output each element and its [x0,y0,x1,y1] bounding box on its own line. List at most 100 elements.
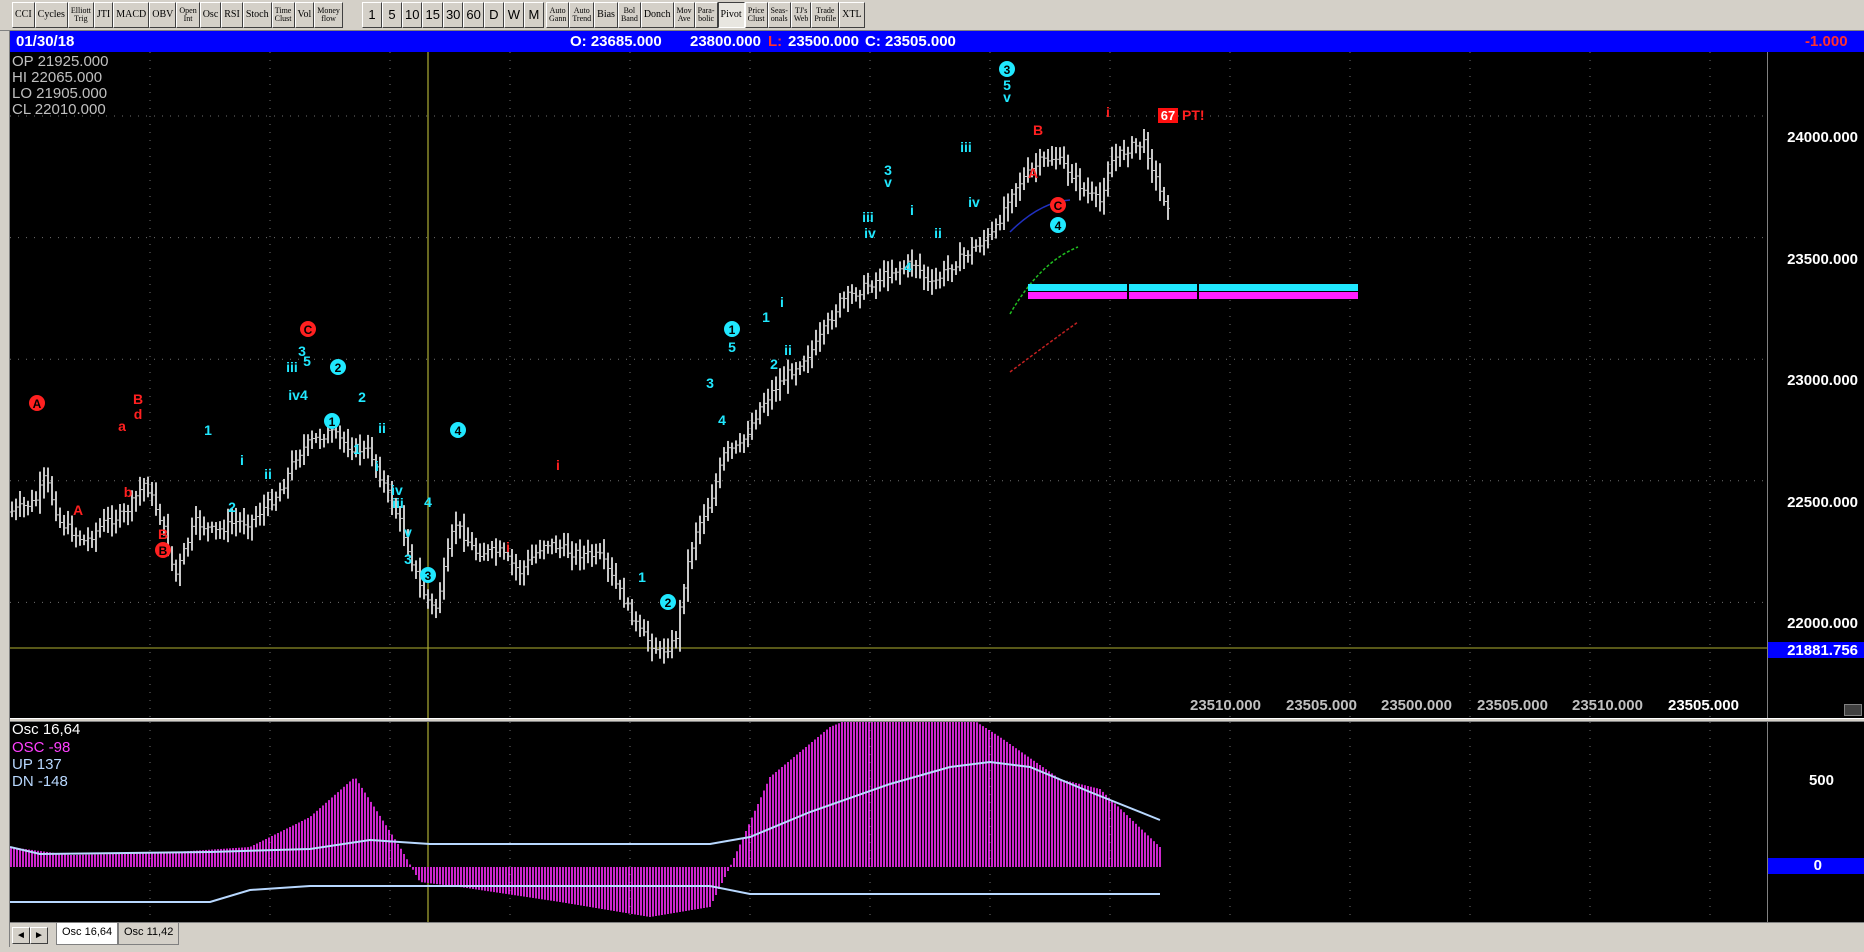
timeframe-d-button[interactable]: D [483,2,504,28]
tab-scroll-right-icon[interactable]: ► [30,927,48,944]
tool-para-bolic-button[interactable]: Para- bolic [694,2,718,28]
osc-axis-0: 0 [1813,857,1822,874]
tool-bol-band-button[interactable]: Bol Band [617,2,641,28]
wave-c-circle: C [304,323,313,337]
timeframe-15-button[interactable]: 15 [422,2,443,28]
indicator-jti-button[interactable]: JTI [93,2,114,28]
timeframe-60-button[interactable]: 60 [463,2,484,28]
wave-label-cyan: iii [286,359,298,375]
indicator-rsi-button[interactable]: RSI [221,2,243,28]
tool-mov-ave-button[interactable]: Mov Ave [673,2,695,28]
reading-6: 23505.000 [1668,697,1739,714]
tool-donch-button[interactable]: Donch [640,2,674,28]
indicator-macd-button[interactable]: MACD [113,2,150,28]
wave-label-cyan: i [240,452,244,468]
target-zone-magenta [1028,292,1358,299]
wave-d: d [134,406,143,422]
wave-label-cyan: 1 [729,323,736,337]
axis-tick-22500: 22500.000 [1787,494,1858,511]
price-chart[interactable]: 67 PT!A BdabABBCiiBACi12iii35iiiiv42121iii… [10,52,1767,718]
bar-low: 23500.000 [788,33,859,50]
wave-label-cyan: 4 [904,259,912,275]
timeframe-30-button[interactable]: 30 [442,2,464,28]
reading-4: 23505.000 [1477,697,1548,714]
current-price-label: 21881.756 [1787,642,1858,659]
ohlc-close: CL 22010.000 [12,101,106,118]
price-axis[interactable]: 24000.000 23500.000 23000.000 22500.000 … [1767,52,1864,718]
wave-b-low: B [158,526,168,542]
indicator-money-flow-button[interactable]: Money flow [314,2,343,28]
tool-auto-trend-button[interactable]: Auto Trend [569,2,595,28]
bar-date: 01/30/18 [16,33,75,50]
tool-tj-s-web-button[interactable]: TJ's Web [790,2,812,28]
oscillator-panel[interactable]: Osc 16,64 OSC -98 UP 137 DN -148 [10,721,1767,922]
wave-label-cyan: v [1003,89,1011,105]
indicator-vol-button[interactable]: Vol [294,2,315,28]
wave-label-cyan: 2 [228,499,236,515]
wave-label-cyan: 4 [455,424,462,438]
left-scroll-strip[interactable] [0,31,10,947]
arc-green [1009,246,1079,315]
wave-a-minor: a [118,418,126,434]
tool-group: Auto Gann Auto Trend Bias Bol Band Donch Mov … [546,2,865,28]
indicator-time-clust-button[interactable]: Time Clust [271,2,295,28]
oscillator-chart[interactable] [10,722,1767,922]
wave-b: B [133,391,143,407]
axis-tick-23500: 23500.000 [1787,251,1858,268]
tool-auto-gann-button[interactable]: Auto Gann [546,2,570,28]
reading-3: 23500.000 [1381,697,1452,714]
wave-label-cyan: iii [862,209,874,225]
indicator-group: CCI Cycles Elliott Trig JTI MACD OBV Open Int O… [12,2,343,28]
timeframe-5-button[interactable]: 5 [382,2,402,28]
corner-icon[interactable] [1844,704,1862,716]
tool-seas-onals-button[interactable]: Seas- onals [767,2,791,28]
tool-xtl-button[interactable]: XTL [839,2,865,28]
timeframe-m-button[interactable]: M [523,2,544,28]
wave-label-cyan: iii [392,495,404,511]
timeframe-1-button[interactable]: 1 [362,2,382,28]
timeframe-10-button[interactable]: 10 [402,2,423,28]
reading-1: 23510.000 [1190,697,1261,714]
wave-a: A [33,397,42,411]
wave-label-cyan: 4 [424,494,432,510]
info-bar: 01/30/18 O: 23685.000 23800.000 L: 23500… [10,31,1864,52]
tab-osc-11-42[interactable]: Osc 11,42 [118,923,180,945]
osc-up-line [10,760,1161,856]
indicator-osc-button[interactable]: Osc [199,2,222,28]
toolbar: CCI Cycles Elliott Trig JTI MACD OBV Open Int O… [0,0,1864,31]
bar-change: -1.000 [1805,33,1848,50]
indicator-stoch-button[interactable]: Stoch [242,2,272,28]
tab-osc-16-64[interactable]: Osc 16,64 [56,923,119,945]
wave-label-cyan: 1 [638,569,646,585]
tool-trade-profile-button[interactable]: Trade Profile [811,2,840,28]
timeframe-w-button[interactable]: W [503,2,524,28]
wave-label-cyan: iv [864,225,876,241]
tool-bias-button[interactable]: Bias [594,2,618,28]
indicator-obv-button[interactable]: OBV [149,2,177,28]
tool-pivot-button[interactable]: Pivot [717,2,745,28]
wave-label-cyan: v [884,174,892,190]
wave-i-top: i [1106,104,1110,120]
wave-label-cyan: 1 [329,415,336,429]
indicator-open-int-button[interactable]: Open Int [176,2,200,28]
wave-label-cyan: ii [784,342,792,358]
oscillator-axis[interactable]: 500 0 [1767,722,1864,922]
pt-label: PT! [1182,107,1205,123]
wave-label-cyan: 2 [770,356,778,372]
arc-red [1009,321,1079,373]
price-chart-panel[interactable]: 67 PT! A Bd a b A B B Ci i B A Ci 1 2 i ii 3 5 iii iv4 2 1 2 1 ii i… [10,52,1767,718]
wave-label-cyan: v [404,524,412,540]
indicator-cci-button[interactable]: CCI [12,2,35,28]
indicator-elliott-trig-button[interactable]: Elliott Trig [67,2,94,28]
wave-label-cyan: iv [968,194,980,210]
wave-label-cyan: 1 [204,422,212,438]
tab-scroll-left-icon[interactable]: ◄ [12,927,30,944]
axis-tick-23000: 23000.000 [1787,372,1858,389]
wave-a-low: A [73,502,83,518]
wave-b-top: B [1033,122,1043,138]
wave-label-cyan: 2 [335,361,342,375]
indicator-cycles-button[interactable]: Cycles [34,2,68,28]
tool-price-clust-button[interactable]: Price Clust [744,2,768,28]
wave-label-cyan: 1 [353,441,361,457]
timeframe-group: 1 5 10 15 30 60 D W M [362,2,544,28]
